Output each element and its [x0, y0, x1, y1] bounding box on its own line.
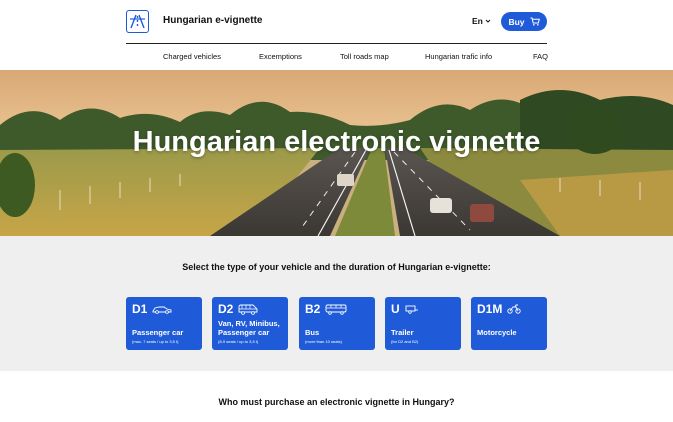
who-must-purchase-heading: Who must purchase an electronic vignette… [218, 397, 455, 407]
nav-item-faq[interactable]: FAQ [533, 52, 548, 61]
chevron-down-icon [485, 19, 491, 23]
vehicle-code: B2 [305, 302, 321, 316]
buy-button[interactable]: Buy [501, 12, 547, 31]
vehicle-code: U [391, 302, 400, 316]
van-icon [238, 304, 258, 315]
vehicle-name: Bus [305, 328, 320, 337]
vehicle-subtitle: (for D2 and B2) [391, 339, 419, 344]
brand-name[interactable]: Hungarian e-vignette [163, 15, 262, 26]
logo-icon[interactable] [126, 10, 149, 33]
site-header: Hungarian e-vignette En Buy [0, 0, 673, 44]
vehicle-card-d2[interactable]: D2 Van, RV, Minibus, Passenger car (8-9 … [212, 297, 288, 350]
bus-icon [325, 304, 347, 315]
vehicle-subtitle: (8-9 seats / up to 3,5 t) [218, 339, 259, 344]
vehicle-code: D2 [218, 302, 234, 316]
motorcycle-icon [507, 304, 521, 314]
language-label: En [472, 16, 483, 26]
main-nav: Charged vehicles Excemptions Toll roads … [0, 52, 673, 66]
hero-banner: Hungarian electronic vignette [0, 70, 673, 236]
vehicle-subtitle: (more than 10 seats) [305, 339, 342, 344]
select-section-title: Select the type of your vehicle and the … [182, 262, 491, 272]
trailer-icon [405, 305, 418, 314]
vehicle-card-b2[interactable]: B2 Bus (more than 10 seats) [299, 297, 375, 350]
vehicle-name: Motorcycle [477, 328, 517, 337]
hero-title: Hungarian electronic vignette [132, 126, 541, 158]
vehicle-code: D1 [132, 302, 148, 316]
nav-item-traffic-info[interactable]: Hungarian trafic info [425, 52, 492, 61]
vehicle-card-d1[interactable]: D1 Passenger car (max. 7 seats / up to 3… [126, 297, 202, 350]
vehicle-card-d1m[interactable]: D1M Motorcycle [471, 297, 547, 350]
cart-icon [530, 17, 540, 26]
vehicle-name: Trailer [391, 328, 414, 337]
language-selector[interactable]: En [472, 16, 491, 26]
vehicle-code: D1M [477, 302, 503, 316]
nav-item-charged-vehicles[interactable]: Charged vehicles [163, 52, 221, 61]
nav-item-exemptions[interactable]: Excemptions [259, 52, 302, 61]
nav-item-toll-roads-map[interactable]: Toll roads map [340, 52, 389, 61]
vehicle-select-section: Select the type of your vehicle and the … [0, 236, 673, 371]
car-icon [152, 306, 172, 314]
vehicle-subtitle: (max. 7 seats / up to 3,5 t) [132, 339, 179, 344]
vehicle-name: Van, RV, Minibus, Passenger car [218, 319, 280, 337]
header-divider [126, 43, 547, 44]
vehicle-card-u[interactable]: U Trailer (for D2 and B2) [385, 297, 461, 350]
buy-label: Buy [508, 16, 525, 27]
vehicle-name: Passenger car [132, 328, 184, 337]
